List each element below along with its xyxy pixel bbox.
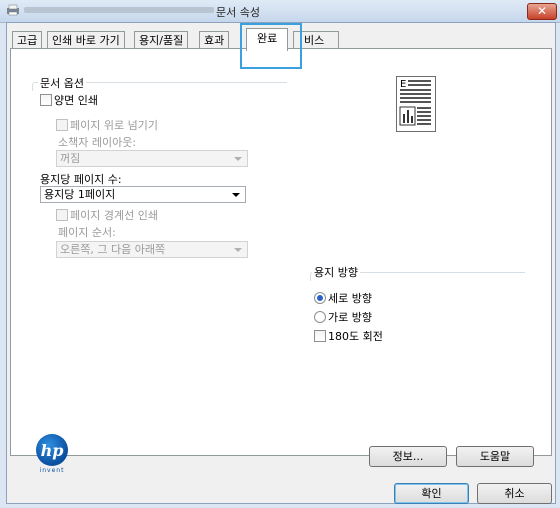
help-button[interactable]: 도움말 — [456, 446, 534, 467]
cancel-button[interactable]: 취소 — [477, 483, 552, 504]
portrait-radio[interactable] — [314, 292, 326, 304]
tab-highlight-marker — [240, 23, 302, 69]
window-title: 문서 속성 — [216, 6, 260, 19]
chevron-down-icon — [234, 157, 242, 161]
about-button[interactable]: 정보... — [369, 446, 447, 467]
landscape-label: 가로 방향 — [328, 311, 372, 324]
print-page-borders-checkbox[interactable] — [56, 209, 68, 221]
booklet-layout-label: 소책자 레이아웃: — [58, 136, 137, 149]
tab-advanced[interactable]: 고급 — [12, 31, 43, 49]
printer-icon — [6, 4, 20, 16]
printer-name-redacted — [24, 7, 214, 13]
hp-logo: hp — [36, 434, 68, 466]
portrait-label: 세로 방향 — [328, 292, 372, 305]
page-order-label: 페이지 순서: — [58, 226, 116, 239]
booklet-layout-value: 꺼짐 — [60, 152, 81, 165]
flip-pages-up-checkbox[interactable] — [56, 119, 68, 131]
document-options-legend: 문서 옵션 — [38, 75, 86, 91]
duplex-label: 양면 인쇄 — [54, 94, 98, 107]
pages-per-sheet-label: 용지당 페이지 수: — [40, 173, 122, 186]
print-page-borders-label: 페이지 경계선 인쇄 — [70, 209, 158, 222]
flip-pages-up-label: 페이지 위로 넘기기 — [70, 119, 158, 132]
hp-tagline: invent — [39, 467, 65, 474]
radio-selected-dot — [317, 295, 323, 301]
landscape-radio[interactable] — [314, 311, 326, 323]
tab-effects[interactable]: 효과 — [199, 31, 230, 49]
orientation-legend: 용지 방향 — [312, 264, 360, 280]
page-order-select[interactable]: 오른쪽, 그 다음 아래쪽 — [56, 241, 248, 258]
page-order-value: 오른쪽, 그 다음 아래쪽 — [60, 243, 166, 256]
booklet-layout-select[interactable]: 꺼짐 — [56, 150, 248, 167]
svg-text:E: E — [400, 79, 406, 90]
rotate-180-label: 180도 회전 — [328, 330, 383, 343]
hp-logo-text: hp — [41, 441, 64, 460]
ok-button[interactable]: 확인 — [394, 483, 469, 504]
document-preview-icon: E — [396, 76, 436, 132]
rotate-180-checkbox[interactable] — [314, 330, 326, 342]
tab-paper-quality[interactable]: 용지/품질 — [134, 31, 189, 49]
chevron-down-icon — [234, 248, 242, 252]
close-button[interactable]: ✕ — [527, 3, 557, 20]
duplex-checkbox[interactable] — [40, 94, 52, 106]
pages-per-sheet-value: 용지당 1페이지 — [44, 188, 116, 201]
chevron-down-icon — [232, 193, 240, 197]
tab-printing-shortcuts[interactable]: 인쇄 바로 가기 — [47, 31, 125, 49]
pages-per-sheet-select[interactable]: 용지당 1페이지 — [40, 186, 246, 203]
